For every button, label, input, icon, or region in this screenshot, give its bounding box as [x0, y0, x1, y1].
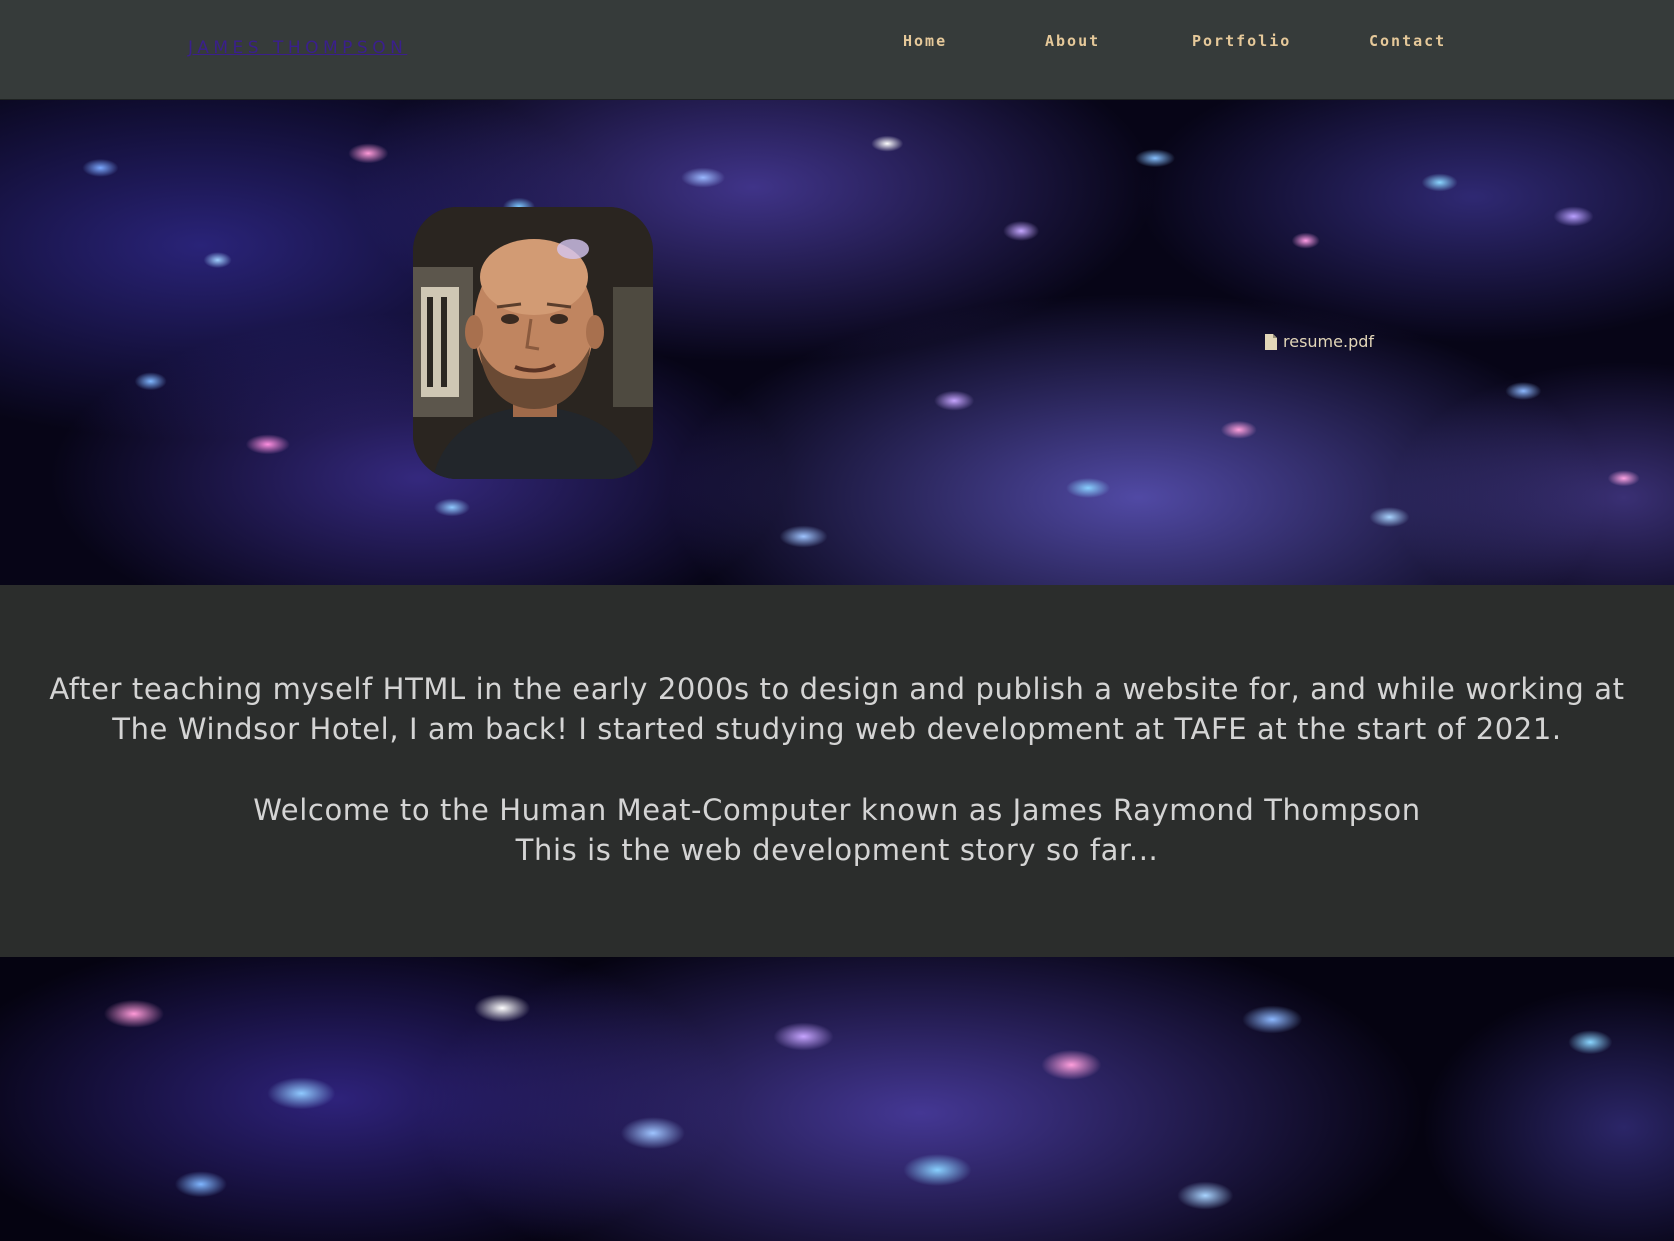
story-line: This is the web development story so far…: [515, 833, 1159, 867]
file-icon: [1265, 333, 1277, 350]
nav-about-link[interactable]: About: [1045, 32, 1100, 50]
intro-section: After teaching myself HTML in the early …: [0, 585, 1674, 957]
resume-label: resume.pdf: [1283, 332, 1375, 351]
profile-photo: [413, 207, 653, 479]
bottom-background-image: [0, 957, 1674, 1241]
intro-paragraph: After teaching myself HTML in the early …: [49, 672, 1625, 746]
welcome-line: Welcome to the Human Meat-Computer known…: [253, 793, 1421, 827]
nav-contact-link[interactable]: Contact: [1369, 32, 1446, 50]
site-header: JAMES THOMPSON Home About Portfolio Cont…: [0, 0, 1674, 100]
welcome-block: Welcome to the Human Meat-Computer known…: [20, 790, 1654, 870]
main-nav: Home About Portfolio Contact: [0, 32, 1674, 52]
nav-portfolio-link[interactable]: Portfolio: [1192, 32, 1291, 50]
hero-background-image: [0, 100, 1674, 585]
nav-home-link[interactable]: Home: [903, 32, 947, 50]
resume-download-link[interactable]: resume.pdf: [1265, 332, 1374, 351]
page: JAMES THOMPSON Home About Portfolio Cont…: [0, 0, 1674, 1241]
